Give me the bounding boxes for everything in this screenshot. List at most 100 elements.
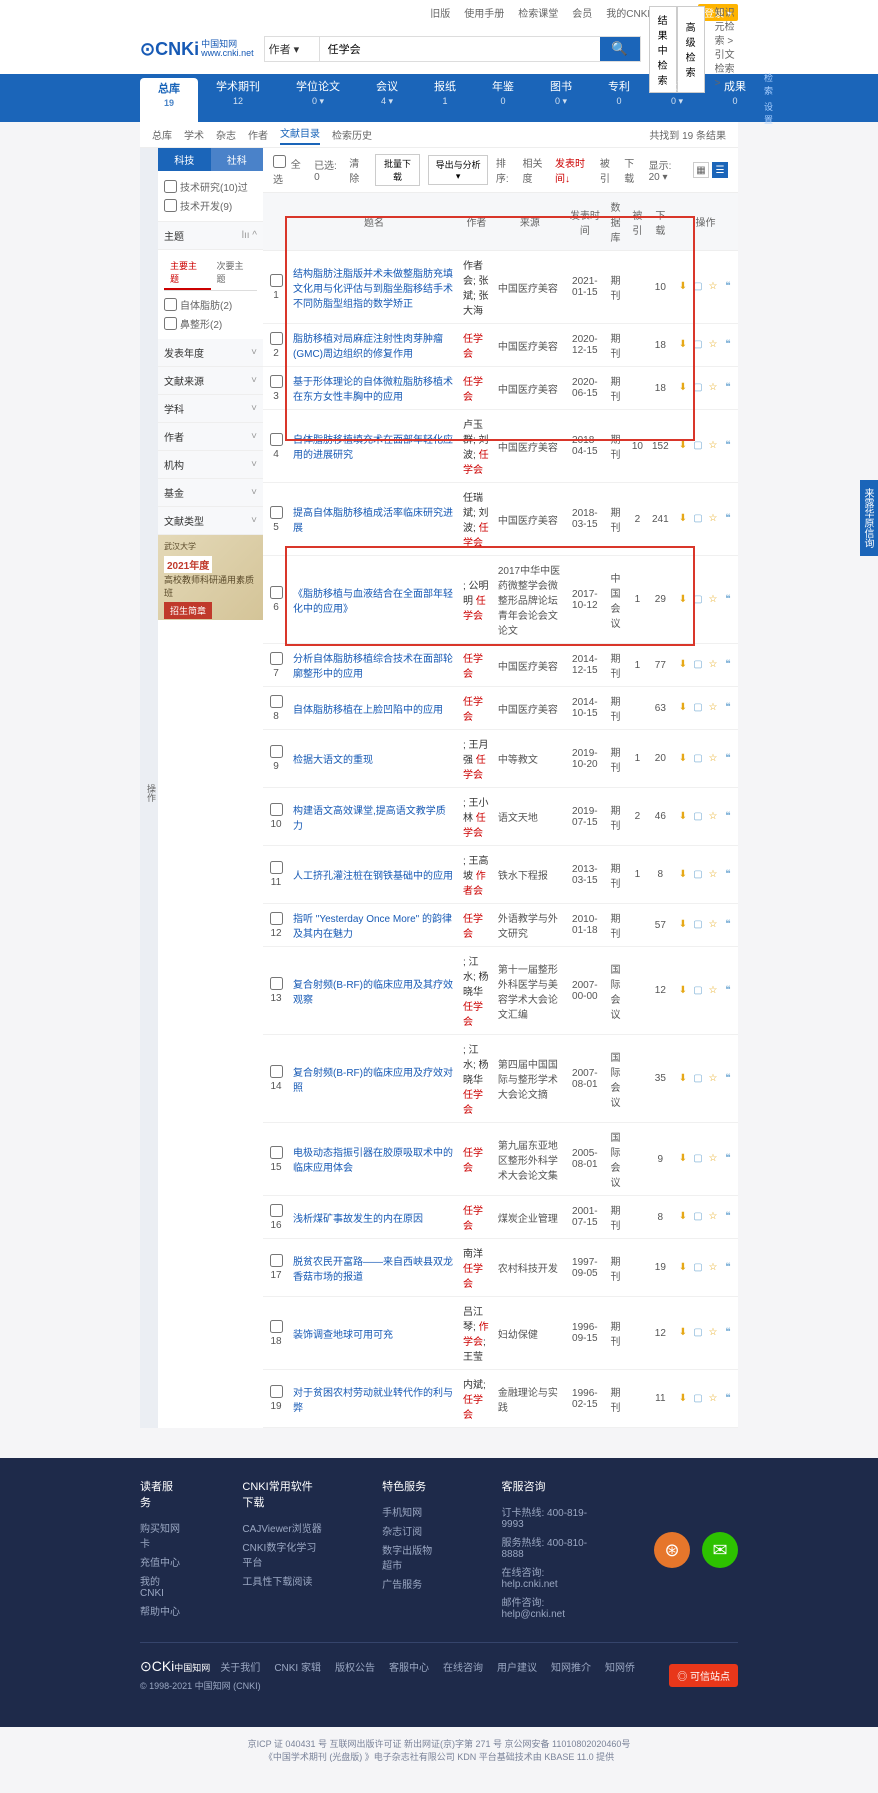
result-author[interactable]: 任学会: [459, 904, 494, 947]
read-icon[interactable]: ▢: [692, 659, 704, 671]
sidebar-section[interactable]: 基金˅: [158, 479, 263, 507]
footer-link[interactable]: 数字出版物超市: [382, 1540, 441, 1574]
row-checkbox[interactable]: [270, 586, 283, 599]
side-rail[interactable]: 操作: [140, 148, 158, 1428]
view-list-icon[interactable]: ☰: [712, 162, 728, 178]
star-icon[interactable]: ☆: [707, 594, 719, 606]
result-title[interactable]: 提高自体脂肪移植成活率临床研究进展: [289, 483, 459, 556]
weibo-icon[interactable]: ⊛: [654, 1532, 690, 1568]
result-author[interactable]: 南洋 任学会: [459, 1239, 494, 1297]
footer-link[interactable]: 在线咨询: help.cnki.net: [501, 1562, 594, 1592]
result-source[interactable]: 铁水下程报: [494, 846, 566, 904]
result-title[interactable]: 结构脂肪注脂版并术未做整脂肪充填文化用与化评估与到脂坐脂移结手术不同防脂型组指的…: [289, 251, 459, 324]
download-icon[interactable]: ⬇: [677, 281, 689, 293]
result-author[interactable]: ; 江水; 杨晓华 任学会: [459, 947, 494, 1035]
row-checkbox[interactable]: [270, 1204, 283, 1217]
result-source[interactable]: 第四届中国国际与整形学术大会论文摘: [494, 1035, 566, 1123]
result-author[interactable]: 任瑞斌; 刘波; 任学会: [459, 483, 494, 556]
read-icon[interactable]: ▢: [692, 1262, 704, 1274]
feedback-float[interactable]: 来露华原信询: [860, 480, 878, 556]
download-icon[interactable]: ⬇: [677, 594, 689, 606]
footer-bottom-link[interactable]: 知网侨: [605, 1659, 635, 1674]
search-field-select[interactable]: 作者 ▾: [265, 37, 320, 61]
download-icon[interactable]: ⬇: [677, 753, 689, 765]
star-icon[interactable]: ☆: [707, 1393, 719, 1405]
quote-icon[interactable]: ❝: [722, 659, 734, 671]
nav-tab[interactable]: 学位论文0 ▾: [278, 74, 358, 122]
read-icon[interactable]: ▢: [692, 1327, 704, 1339]
sidebar-tab-social[interactable]: 社科: [211, 148, 264, 171]
download-icon[interactable]: ⬇: [677, 513, 689, 525]
footer-link[interactable]: 购买知网卡: [140, 1518, 182, 1552]
nav-tab[interactable]: 标准0 ▾: [648, 74, 706, 122]
download-icon[interactable]: ⬇: [677, 339, 689, 351]
read-icon[interactable]: ▢: [692, 919, 704, 931]
result-title[interactable]: 基于形体理论的自体微粒脂肪移植术在东方女性丰胸中的应用: [289, 367, 459, 410]
footer-link[interactable]: 邮件咨询: help@cnki.net: [501, 1592, 594, 1622]
result-author[interactable]: ; 王小林 任学会: [459, 788, 494, 846]
result-author[interactable]: 任学会: [459, 1196, 494, 1239]
filter-checkbox[interactable]: [164, 199, 177, 212]
result-title[interactable]: 脱贫农民开富路——来自西峡县双龙香菇市场的报道: [289, 1239, 459, 1297]
result-author[interactable]: 任学会: [459, 324, 494, 367]
star-icon[interactable]: ☆: [707, 985, 719, 997]
sort-relevance[interactable]: 相关度: [523, 155, 548, 185]
footer-link[interactable]: 手机知网: [382, 1502, 441, 1521]
read-icon[interactable]: ▢: [692, 1393, 704, 1405]
result-source[interactable]: 第九届东亚地区整形外科学术大会论文集: [494, 1123, 566, 1196]
download-icon[interactable]: ⬇: [677, 1153, 689, 1165]
result-source[interactable]: 中国医疗美容: [494, 324, 566, 367]
result-title[interactable]: 人工挤孔灌注桩在钢铁基础中的应用: [289, 846, 459, 904]
download-icon[interactable]: ⬇: [677, 1211, 689, 1223]
quote-icon[interactable]: ❝: [722, 1211, 734, 1223]
row-checkbox[interactable]: [270, 861, 283, 874]
nav-tab[interactable]: 专利0: [590, 74, 648, 122]
sort-download[interactable]: 下载: [624, 155, 640, 185]
wechat-icon[interactable]: ✉: [702, 1532, 738, 1568]
search-input[interactable]: [320, 37, 600, 61]
read-icon[interactable]: ▢: [692, 339, 704, 351]
topbar-link[interactable]: 使用手册: [464, 5, 504, 20]
result-source[interactable]: 中国医疗美容: [494, 644, 566, 687]
row-checkbox[interactable]: [270, 912, 283, 925]
footer-bottom-link[interactable]: 版权公告: [335, 1659, 375, 1674]
result-author[interactable]: 任学会: [459, 1123, 494, 1196]
theme-tab-main[interactable]: 主要主题: [164, 256, 211, 290]
sidebar-section[interactable]: 文献类型˅: [158, 507, 263, 535]
subbar-item[interactable]: 检索历史: [332, 127, 372, 142]
star-icon[interactable]: ☆: [707, 811, 719, 823]
footer-bottom-link[interactable]: CNKI 家辑: [274, 1659, 321, 1674]
result-source[interactable]: 妇幼保健: [494, 1297, 566, 1370]
row-checkbox[interactable]: [270, 745, 283, 758]
footer-link[interactable]: 充值中心: [140, 1552, 182, 1571]
read-icon[interactable]: ▢: [692, 513, 704, 525]
result-source[interactable]: 中国医疗美容: [494, 367, 566, 410]
result-title[interactable]: 检据大语文的重现: [289, 730, 459, 788]
star-icon[interactable]: ☆: [707, 1073, 719, 1085]
row-checkbox[interactable]: [270, 375, 283, 388]
quote-icon[interactable]: ❝: [722, 594, 734, 606]
export-analyze-button[interactable]: 导出与分析 ▾: [428, 155, 488, 185]
row-checkbox[interactable]: [270, 652, 283, 665]
result-author[interactable]: 任学会: [459, 687, 494, 730]
topbar-link[interactable]: 检索课堂: [518, 5, 558, 20]
read-icon[interactable]: ▢: [692, 753, 704, 765]
sidebar-section[interactable]: 机构˅: [158, 451, 263, 479]
sidebar-section[interactable]: 文献来源˅: [158, 367, 263, 395]
read-icon[interactable]: ▢: [692, 382, 704, 394]
read-icon[interactable]: ▢: [692, 1211, 704, 1223]
result-author[interactable]: 作者会; 张斌; 张大海: [459, 251, 494, 324]
result-title[interactable]: 电极动态指振引器在胶原吸取术中的临床应用体会: [289, 1123, 459, 1196]
result-author[interactable]: ; 公明明 任学会: [459, 556, 494, 644]
result-title[interactable]: 《脂肪移植与血液结合在全面部年轻化中的应用》: [289, 556, 459, 644]
result-title[interactable]: 脂肪移植对局麻症注射性肉芽肿瘤(GMC)周边组织的修复作用: [289, 324, 459, 367]
result-author[interactable]: 卢玉群; 刘波; 任学会: [459, 410, 494, 483]
download-icon[interactable]: ⬇: [677, 1073, 689, 1085]
result-author[interactable]: 任学会: [459, 367, 494, 410]
quote-icon[interactable]: ❝: [722, 1327, 734, 1339]
subbar-item[interactable]: 杂志: [216, 127, 236, 142]
star-icon[interactable]: ☆: [707, 281, 719, 293]
read-icon[interactable]: ▢: [692, 869, 704, 881]
download-icon[interactable]: ⬇: [677, 1327, 689, 1339]
result-author[interactable]: ; 王高坡 作者会: [459, 846, 494, 904]
